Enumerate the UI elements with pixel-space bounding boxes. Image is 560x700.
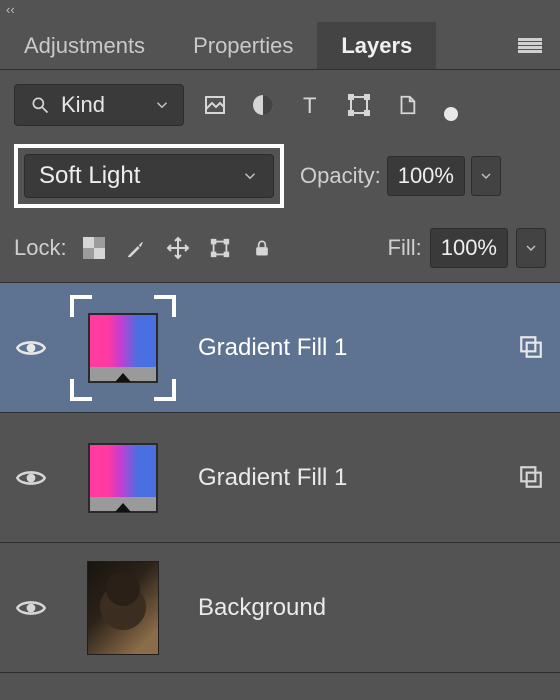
filter-kind-label: Kind — [61, 92, 153, 118]
layer-name[interactable]: Gradient Fill 1 — [198, 334, 496, 362]
svg-text:T: T — [303, 93, 316, 117]
layers-list: Gradient Fill 1 Gradient Fill 1 — [0, 282, 560, 700]
lock-position-icon[interactable] — [165, 235, 191, 261]
layers-panel: ‹‹ Adjustments Properties Layers Kind — [0, 0, 560, 700]
panel-tabs: Adjustments Properties Layers — [0, 22, 560, 70]
filter-shape-icon[interactable] — [346, 92, 372, 118]
opacity-dropdown-button[interactable] — [471, 156, 501, 196]
lock-all-icon[interactable] — [249, 235, 275, 261]
gradient-thumbnail-icon — [88, 443, 158, 513]
layer-link-icon — [518, 594, 546, 622]
lock-pixels-icon[interactable] — [123, 235, 149, 261]
lock-artboard-icon[interactable] — [207, 235, 233, 261]
fill-label: Fill: — [388, 235, 422, 261]
panel-menu-button[interactable] — [500, 22, 560, 69]
lock-fill-row: Lock: Fill: 100% — [0, 224, 560, 282]
filter-pixel-icon[interactable] — [202, 92, 228, 118]
filter-kind-select[interactable]: Kind — [14, 84, 184, 126]
image-thumbnail-icon — [87, 561, 159, 655]
layer-visibility-toggle[interactable] — [14, 598, 48, 618]
filter-adjustment-icon[interactable] — [250, 92, 276, 118]
search-icon — [27, 92, 53, 118]
layer-thumbnail[interactable] — [70, 295, 176, 401]
layer-row[interactable]: Background — [0, 543, 560, 673]
layer-link-icon[interactable] — [518, 334, 546, 362]
blend-mode-value: Soft Light — [39, 162, 140, 190]
filter-type-icon[interactable]: T — [298, 92, 324, 118]
layer-thumbnail[interactable] — [70, 555, 176, 661]
blend-mode-select[interactable]: Soft Light — [24, 154, 274, 198]
filter-type-buttons: T — [202, 92, 442, 118]
eye-icon — [16, 598, 46, 618]
tab-properties[interactable]: Properties — [169, 22, 317, 69]
tab-adjustments[interactable]: Adjustments — [0, 22, 169, 69]
lock-buttons — [81, 235, 275, 261]
panel-collapse-button[interactable]: ‹‹ — [0, 0, 560, 22]
opacity-input[interactable]: 100% — [387, 156, 465, 196]
layer-filter-row: Kind T — [0, 70, 560, 136]
lock-transparency-icon[interactable] — [81, 235, 107, 261]
fill-input[interactable]: 100% — [430, 228, 508, 268]
layer-row[interactable]: Gradient Fill 1 — [0, 413, 560, 543]
chevron-down-icon — [241, 167, 259, 185]
eye-icon — [16, 468, 46, 488]
tab-layers[interactable]: Layers — [317, 22, 436, 69]
eye-icon — [16, 338, 46, 358]
layer-thumbnail[interactable] — [70, 425, 176, 531]
fill-control: Fill: 100% — [388, 228, 547, 268]
lock-label: Lock: — [14, 235, 67, 261]
layer-row[interactable]: Gradient Fill 1 — [0, 283, 560, 413]
hamburger-icon — [518, 38, 542, 54]
filter-smartobject-icon[interactable] — [394, 92, 420, 118]
layer-name[interactable]: Background — [198, 594, 496, 622]
layer-link-icon[interactable] — [518, 464, 546, 492]
blend-opacity-row: Soft Light Opacity: 100% — [0, 136, 560, 224]
layer-visibility-toggle[interactable] — [14, 468, 48, 488]
layer-name[interactable]: Gradient Fill 1 — [198, 464, 496, 492]
highlight-box: Soft Light — [14, 144, 284, 208]
opacity-control: Opacity: 100% — [300, 156, 501, 196]
opacity-label: Opacity: — [300, 163, 381, 189]
layer-visibility-toggle[interactable] — [14, 338, 48, 358]
chevron-down-icon — [153, 96, 171, 114]
gradient-thumbnail-icon — [88, 313, 158, 383]
fill-dropdown-button[interactable] — [516, 228, 546, 268]
